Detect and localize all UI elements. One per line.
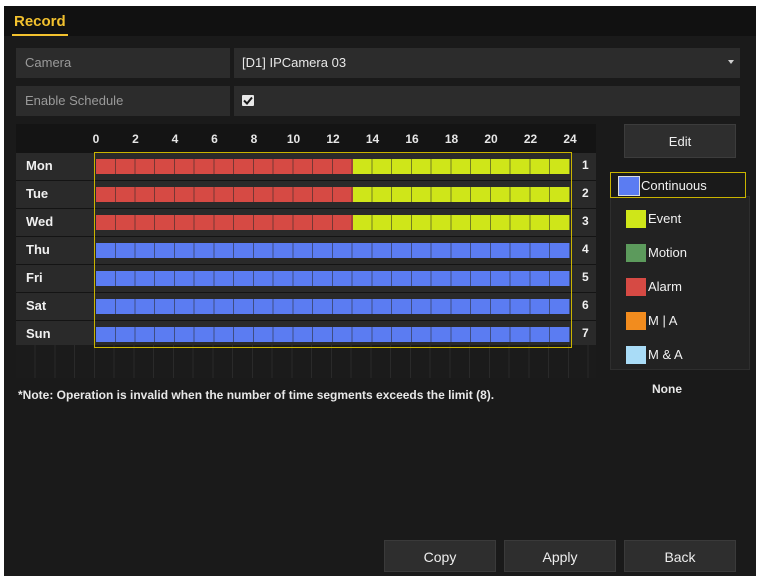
schedule-grid-footer bbox=[16, 345, 596, 378]
day-label: Fri bbox=[26, 270, 43, 285]
hour-label: 8 bbox=[250, 132, 258, 146]
legend-label: M | A bbox=[648, 313, 678, 328]
day-number: 2 bbox=[582, 186, 589, 200]
day-label: Thu bbox=[26, 242, 50, 257]
camera-label: Camera bbox=[16, 48, 230, 78]
day-number: 3 bbox=[582, 214, 589, 228]
legend-swatch bbox=[626, 346, 646, 364]
enable-schedule-field bbox=[234, 86, 740, 116]
record-window: Record Camera [D1] IPCamera 03 Enable Sc… bbox=[4, 6, 756, 576]
legend-item-m-a[interactable]: M & A bbox=[618, 342, 746, 368]
hour-label: 10 bbox=[286, 132, 301, 146]
tab-record[interactable]: Record bbox=[12, 12, 68, 36]
copy-button[interactable]: Copy bbox=[384, 540, 496, 572]
day-label: Wed bbox=[26, 214, 54, 229]
legend-item-continuous[interactable]: Continuous bbox=[610, 172, 746, 198]
legend-item-event[interactable]: Event bbox=[618, 206, 746, 232]
legend-swatch bbox=[626, 278, 646, 296]
camera-select-value: [D1] IPCamera 03 bbox=[242, 55, 347, 70]
camera-row: Camera [D1] IPCamera 03 bbox=[16, 48, 740, 78]
day-number: 6 bbox=[582, 298, 589, 312]
hour-label: 0 bbox=[92, 132, 100, 146]
hour-label: 2 bbox=[132, 132, 139, 146]
hour-label: 22 bbox=[523, 132, 538, 146]
legend-item-alarm[interactable]: Alarm bbox=[618, 274, 746, 300]
tab-strip: Record bbox=[4, 6, 756, 36]
legend-label: Motion bbox=[648, 245, 688, 260]
schedule-grid[interactable]: 0 2 4 6 8 10 12 14 16 18 20 22 24 Mon 1 Tue 2 Wed 3 Thu 4 Fr… bbox=[16, 124, 596, 378]
hour-label: 16 bbox=[405, 132, 419, 146]
legend-swatch bbox=[626, 210, 646, 228]
apply-button[interactable]: Apply bbox=[504, 540, 616, 572]
enable-schedule-label: Enable Schedule bbox=[16, 86, 230, 116]
hour-label: 24 bbox=[563, 132, 577, 146]
segment-limit-note: *Note: Operation is invalid when the num… bbox=[18, 388, 495, 402]
day-number: 1 bbox=[582, 158, 589, 172]
legend: Continuous Event Motion Alarm M | A M & A bbox=[610, 164, 748, 372]
day-label: Sun bbox=[26, 326, 51, 341]
day-label: Sat bbox=[26, 298, 47, 313]
day-number: 5 bbox=[582, 270, 589, 284]
legend-none[interactable]: None bbox=[652, 382, 682, 396]
camera-select[interactable]: [D1] IPCamera 03 bbox=[234, 48, 740, 78]
hour-label: 14 bbox=[365, 132, 380, 146]
hour-label: 12 bbox=[326, 132, 340, 146]
edit-button[interactable]: Edit bbox=[624, 124, 736, 158]
chevron-down-icon bbox=[728, 60, 734, 64]
legend-label: Continuous bbox=[641, 178, 707, 193]
day-number: 4 bbox=[582, 242, 589, 256]
schedule-selection-outline bbox=[94, 152, 572, 348]
back-button[interactable]: Back bbox=[624, 540, 736, 572]
legend-label: M & A bbox=[648, 347, 683, 362]
legend-swatch bbox=[626, 244, 646, 262]
enable-schedule-checkbox[interactable] bbox=[242, 95, 254, 106]
checkmark-icon bbox=[243, 96, 253, 105]
day-label: Tue bbox=[26, 186, 49, 201]
hour-label: 18 bbox=[444, 132, 459, 146]
hour-label: 20 bbox=[484, 132, 498, 146]
day-label: Mon bbox=[26, 158, 53, 173]
legend-item-m-a[interactable]: M | A bbox=[618, 308, 746, 334]
legend-label: Alarm bbox=[648, 279, 682, 294]
day-number: 7 bbox=[582, 326, 589, 340]
legend-item-motion[interactable]: Motion bbox=[618, 240, 746, 266]
enable-schedule-row: Enable Schedule bbox=[16, 86, 740, 116]
legend-label: Event bbox=[648, 211, 682, 226]
hour-label: 6 bbox=[211, 132, 218, 146]
hour-label: 4 bbox=[171, 132, 179, 146]
legend-swatch bbox=[618, 176, 640, 196]
legend-swatch bbox=[626, 312, 646, 330]
